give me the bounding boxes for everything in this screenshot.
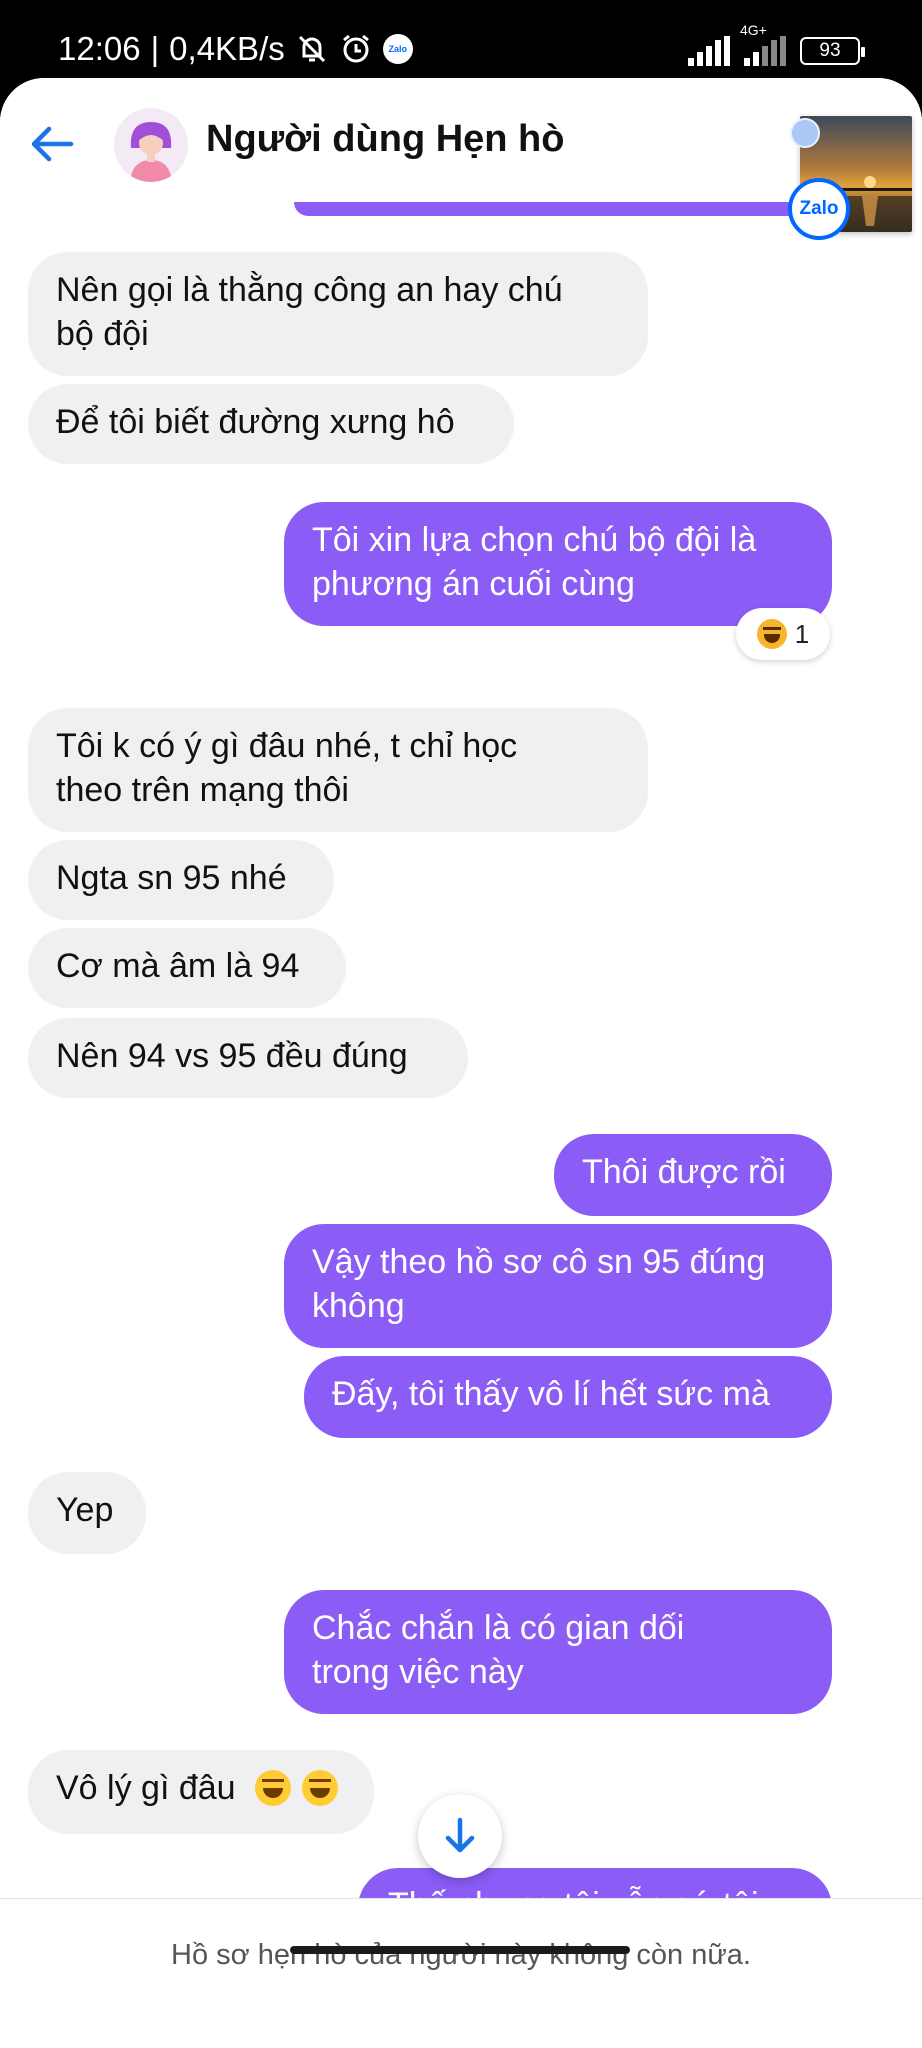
avatar-illustration xyxy=(114,108,188,182)
grinning-face-icon xyxy=(302,1770,339,1806)
contact-name[interactable]: Người dùng Hẹn hò xyxy=(206,118,564,161)
alarm-icon xyxy=(339,32,373,66)
status-separator: | xyxy=(150,30,160,67)
chat-footer: Hồ sơ hẹn hò của người này không còn nữa… xyxy=(0,1898,922,2048)
network-speed: 0,4KB/s xyxy=(169,30,285,67)
scroll-to-bottom-button[interactable] xyxy=(418,1794,502,1878)
arrow-down-icon xyxy=(445,1817,475,1853)
message-bubble-outgoing[interactable]: Vậy theo hồ sơ cô sn 95 đúng không xyxy=(284,1224,832,1348)
message-bubble-incoming[interactable]: Vô lý gì đâu xyxy=(28,1750,374,1834)
floating-chat-head[interactable]: Zalo xyxy=(788,116,914,248)
grinning-face-icon xyxy=(255,1770,292,1806)
message-text: Nên 94 vs 95 đều đúng xyxy=(56,1037,408,1075)
message-text: Đấy, tôi thấy vô lí hết sức mà xyxy=(332,1375,770,1413)
message-bubble-incoming[interactable]: Nên 94 vs 95 đều đúng xyxy=(28,1018,468,1098)
message-bubble-incoming[interactable]: Nên gọi là thằng công an hay chú bộ đội xyxy=(28,252,648,376)
message-text: Ngta sn 95 nhé xyxy=(56,859,287,897)
message-text: Thôi được rồi xyxy=(582,1153,786,1191)
chat-head-indicator xyxy=(790,118,820,148)
zalo-badge: Zalo xyxy=(788,178,850,240)
message-reaction[interactable]: 1 xyxy=(736,608,830,660)
avatar[interactable] xyxy=(114,108,188,182)
message-text: bộ đội xyxy=(56,315,149,353)
message-text: phương án cuối cùng xyxy=(312,565,635,603)
network-type: 4G+ xyxy=(740,22,767,38)
signal-icon xyxy=(688,36,734,66)
chat-screen: Người dùng Hẹn hò Nên gọi là thằng công … xyxy=(0,78,922,2048)
message-text: không xyxy=(312,1287,405,1325)
message-text: Chắc chắn là có gian dối xyxy=(312,1609,685,1647)
message-bubble-outgoing[interactable]: Thôi được rồi xyxy=(554,1134,832,1216)
message-bubble-outgoing[interactable]: Tôi xin lựa chọn chú bộ đội là phương án… xyxy=(284,502,832,626)
signal-4g-icon: 4G+ xyxy=(740,22,790,66)
arrow-left-icon xyxy=(31,126,74,162)
battery-icon: 93 xyxy=(800,37,865,65)
chat-header: Người dùng Hẹn hò xyxy=(0,78,922,208)
message-bubble-incoming[interactable]: Cơ mà âm là 94 xyxy=(28,928,346,1008)
status-bar: 12:06 | 0,4KB/s Zalo 4G+ 93 xyxy=(0,0,922,82)
message-text: Yep xyxy=(56,1491,114,1529)
status-right: 4G+ 93 xyxy=(688,22,865,74)
message-text: Tôi xin lựa chọn chú bộ đội là xyxy=(312,521,757,559)
message-text-row: Vô lý gì đâu xyxy=(56,1766,346,1810)
status-left: 12:06 | 0,4KB/s Zalo xyxy=(58,26,413,72)
reaction-count: 1 xyxy=(794,618,810,649)
message-bubble-incoming[interactable]: Để tôi biết đường xưng hô xyxy=(28,384,514,464)
message-text: Để tôi biết đường xưng hô xyxy=(56,403,455,441)
zalo-notification-icon: Zalo xyxy=(382,34,413,64)
message-bubble-outgoing[interactable]: Chắc chắn là có gian dối trong việc này xyxy=(284,1590,832,1714)
message-text: Vô lý gì đâu xyxy=(56,1769,236,1807)
battery-level: 93 xyxy=(819,40,841,61)
message-text: Nên gọi là thằng công an hay chú xyxy=(56,271,563,309)
message-text: Tôi k có ý gì đâu nhé, t chỉ học xyxy=(56,727,518,765)
message-bubble-incoming[interactable]: Tôi k có ý gì đâu nhé, t chỉ học theo tr… xyxy=(28,708,648,832)
message-text: theo trên mạng thôi xyxy=(56,771,349,809)
profile-unavailable-notice: Hồ sơ hẹn hò của người này không còn nữa… xyxy=(171,1939,751,1971)
message-bubble-incoming[interactable]: Ngta sn 95 nhé xyxy=(28,840,334,920)
back-button[interactable] xyxy=(22,114,82,174)
message-bubble-outgoing[interactable]: Đấy, tôi thấy vô lí hết sức mà xyxy=(304,1356,832,1438)
clock: 12:06 xyxy=(58,30,141,67)
mute-icon xyxy=(295,32,329,66)
home-indicator[interactable] xyxy=(290,1946,630,1954)
laughing-face-icon xyxy=(756,619,787,649)
message-text: Cơ mà âm là 94 xyxy=(56,947,300,985)
previous-message-bubble xyxy=(294,202,814,216)
message-text: trong việc này xyxy=(312,1653,524,1691)
screen: 12:06 | 0,4KB/s Zalo 4G+ 93 Người dùng H… xyxy=(0,0,922,2048)
message-bubble-incoming[interactable]: Yep xyxy=(28,1472,146,1554)
message-text: Vậy theo hồ sơ cô sn 95 đúng xyxy=(312,1243,766,1281)
